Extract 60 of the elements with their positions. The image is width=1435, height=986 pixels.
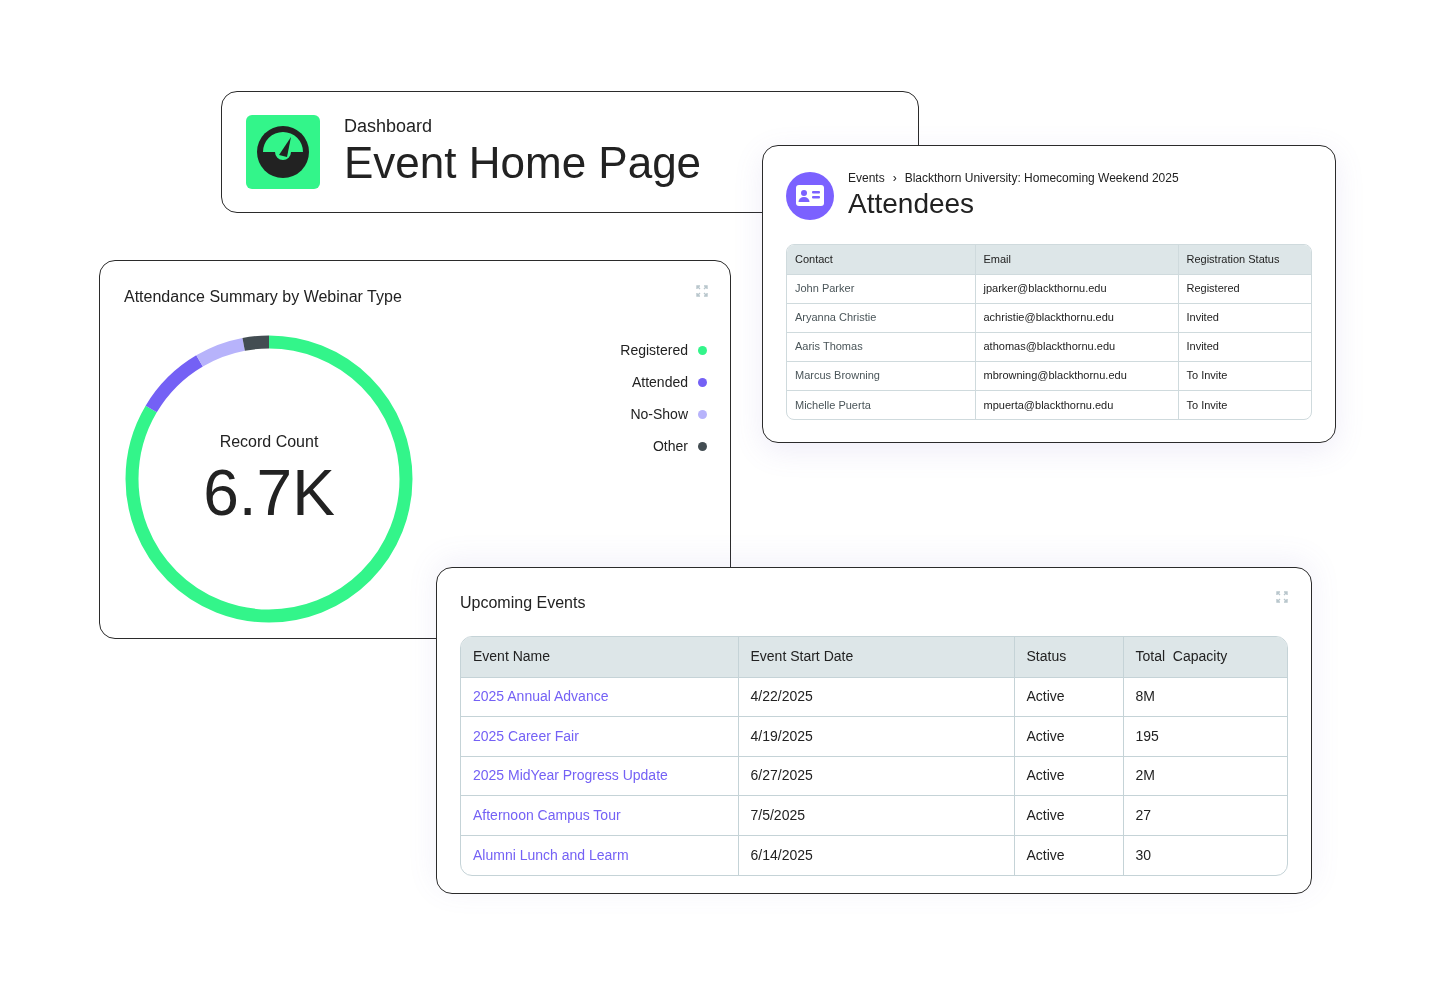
table-cell: achristie@blackthornu.edu (975, 303, 1178, 332)
table-cell: Michelle Puerta (787, 390, 975, 419)
table-cell: 4/22/2025 (738, 677, 1014, 717)
contact-card-icon (786, 172, 834, 220)
event-link[interactable]: 2025 MidYear Progress Update (473, 767, 668, 784)
breadcrumb-link[interactable]: Blackthorn University: Homecoming Weekend 2025 (904, 170, 1179, 186)
column-header: Contact (787, 245, 975, 274)
table-cell: 27 (1123, 795, 1287, 835)
table-cell: mpuerta@blackthornu.edu (975, 390, 1178, 419)
card-title: Upcoming Events (460, 593, 586, 613)
table-cell: Registered (1178, 274, 1311, 303)
legend-label: Registered (620, 340, 688, 360)
breadcrumb-separator: › (892, 170, 897, 186)
event-link[interactable]: Alumni Lunch and Learm (473, 846, 629, 863)
column-header: Event Start Date (738, 637, 1014, 677)
legend-label: Attended (631, 372, 688, 392)
table-cell: Active (1014, 795, 1123, 835)
table-cell: 6/27/2025 (738, 756, 1014, 796)
table-cell: jparker@blackthornu.edu (975, 274, 1178, 303)
table-cell: To Invite (1178, 390, 1311, 419)
table-cell: 4/19/2025 (738, 716, 1014, 756)
chart-title: Attendance Summary by Webinar Type (124, 287, 402, 307)
column-header: Registration Status (1178, 245, 1311, 274)
table-cell: 195 (1123, 716, 1287, 756)
table-cell: Active (1014, 756, 1123, 796)
table-cell: Active (1014, 677, 1123, 717)
dashboard-gauge-icon (246, 115, 320, 189)
table-cell: To Invite (1178, 361, 1311, 390)
record-count-value: 6.7K (203, 458, 335, 528)
page-title: Attendees (848, 187, 976, 221)
column-header: Event Name (461, 637, 738, 677)
expand-icon[interactable] (1276, 591, 1288, 603)
event-link[interactable]: Afternoon Campus Tour (473, 806, 621, 823)
table-cell: 6/14/2025 (738, 835, 1014, 875)
table-cell: Invited (1178, 303, 1311, 332)
legend-label: Other (653, 436, 688, 456)
table-cell: Active (1014, 716, 1123, 756)
breadcrumb-link[interactable]: Events (848, 170, 885, 186)
record-count-label: Record Count (219, 432, 319, 452)
table-cell: Aaris Thomas (787, 332, 975, 361)
table-cell: mbrowning@blackthornu.edu (975, 361, 1178, 390)
table-cell: Active (1014, 835, 1123, 875)
table-cell: 8M (1123, 677, 1287, 717)
table-cell: 2M (1123, 756, 1287, 796)
table-cell: Invited (1178, 332, 1311, 361)
table-cell: John Parker (787, 274, 975, 303)
page-title: Event Home Page (344, 137, 702, 189)
column-header: Email (975, 245, 1178, 274)
table-cell: 30 (1123, 835, 1287, 875)
breadcrumb: Dashboard (344, 115, 434, 137)
legend-label: No-Show (630, 404, 688, 424)
table-cell: 7/5/2025 (738, 795, 1014, 835)
expand-icon[interactable] (696, 285, 708, 297)
table-cell: Aryanna Christie (787, 303, 975, 332)
event-link[interactable]: 2025 Career Fair (473, 727, 579, 744)
column-header: Total Capacity (1123, 637, 1287, 677)
table-cell: athomas@blackthornu.edu (975, 332, 1178, 361)
event-link[interactable]: 2025 Annual Advance (473, 688, 609, 705)
table-cell: Marcus Browning (787, 361, 975, 390)
column-header: Status (1014, 637, 1123, 677)
